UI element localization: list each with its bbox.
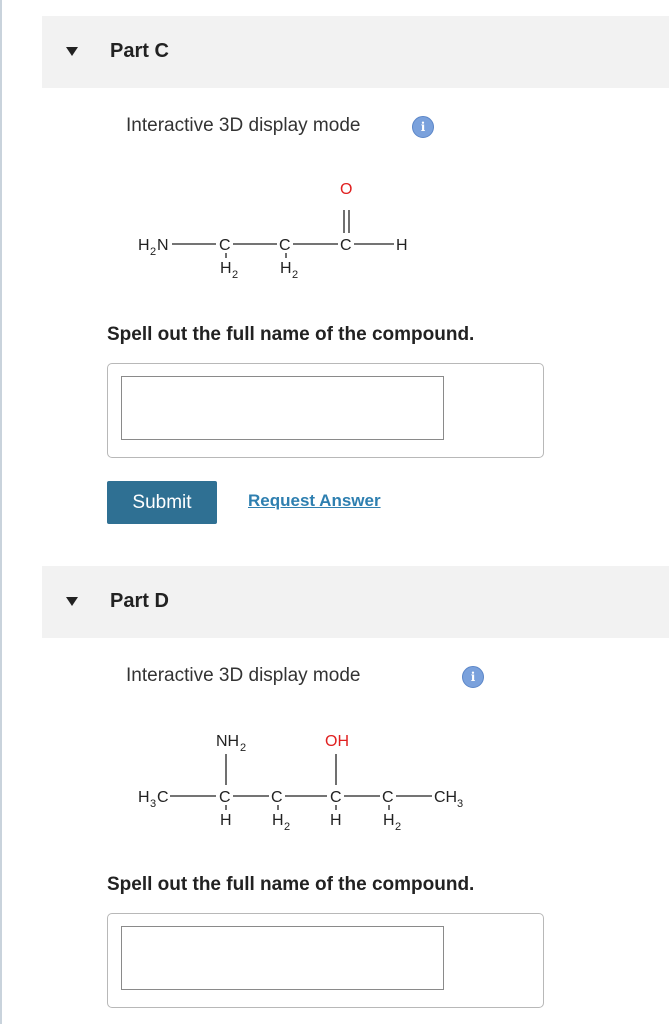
- mol-atom: NH: [216, 733, 239, 750]
- molecule-structure-d: H 3 C C NH 2 H C H 2 C OH H C H 2 CH 3: [138, 733, 463, 832]
- part-c-header[interactable]: Part C: [42, 16, 669, 88]
- mol-atom-oxygen: OH: [325, 733, 349, 750]
- mol-atom: C: [157, 789, 169, 806]
- question-prompt-d: Spell out the full name of the compound.: [107, 874, 475, 895]
- mol-atom: C: [219, 237, 231, 254]
- mol-atom: C: [340, 237, 352, 254]
- mol-subscript: 2: [150, 246, 156, 258]
- info-icon[interactable]: i: [412, 116, 434, 138]
- collapse-triangle-icon[interactable]: [66, 597, 78, 606]
- mol-subscript: 2: [395, 821, 401, 832]
- answer-box-d: [107, 913, 544, 1008]
- mol-atom: H: [138, 237, 150, 254]
- mol-atom: C: [382, 789, 394, 806]
- submit-button[interactable]: Submit: [107, 481, 217, 524]
- answer-input-d[interactable]: [121, 926, 444, 990]
- mol-atom: N: [157, 237, 169, 254]
- mol-atom: H: [280, 260, 292, 277]
- info-icon[interactable]: i: [462, 666, 484, 688]
- left-border: [0, 0, 2, 1024]
- mol-atom: H: [220, 260, 232, 277]
- molecule-structure-c: H 2 N C H 2 C H 2 C O H: [138, 181, 408, 281]
- question-prompt-c: Spell out the full name of the compound.: [107, 324, 475, 345]
- collapse-triangle-icon[interactable]: [66, 47, 78, 56]
- part-c-title: Part C: [110, 40, 169, 62]
- mol-atom: CH: [434, 789, 457, 806]
- mol-atom: C: [219, 789, 231, 806]
- mol-subscript: 2: [232, 269, 238, 281]
- request-answer-link[interactable]: Request Answer: [248, 491, 381, 511]
- interactive-3d-label: Interactive 3D display mode: [126, 115, 361, 136]
- mol-atom: C: [271, 789, 283, 806]
- answer-box-c: [107, 363, 544, 458]
- part-d-header[interactable]: Part D: [42, 566, 669, 638]
- mol-subscript: 2: [292, 269, 298, 281]
- mol-atom: H: [272, 812, 284, 829]
- mol-subscript: 2: [284, 821, 290, 832]
- interactive-3d-label: Interactive 3D display mode: [126, 665, 361, 686]
- mol-atom-oxygen: O: [340, 181, 352, 198]
- mol-subscript: 3: [150, 798, 156, 810]
- mol-atom: H: [383, 812, 395, 829]
- mol-atom: C: [279, 237, 291, 254]
- mol-atom: H: [220, 812, 232, 829]
- mol-atom: H: [396, 237, 408, 254]
- mol-subscript: 2: [240, 742, 246, 754]
- answer-input-c[interactable]: [121, 376, 444, 440]
- mol-atom: H: [330, 812, 342, 829]
- mol-atom: C: [330, 789, 342, 806]
- part-d-title: Part D: [110, 590, 169, 612]
- mol-subscript: 3: [457, 798, 463, 810]
- mol-atom: H: [138, 789, 150, 806]
